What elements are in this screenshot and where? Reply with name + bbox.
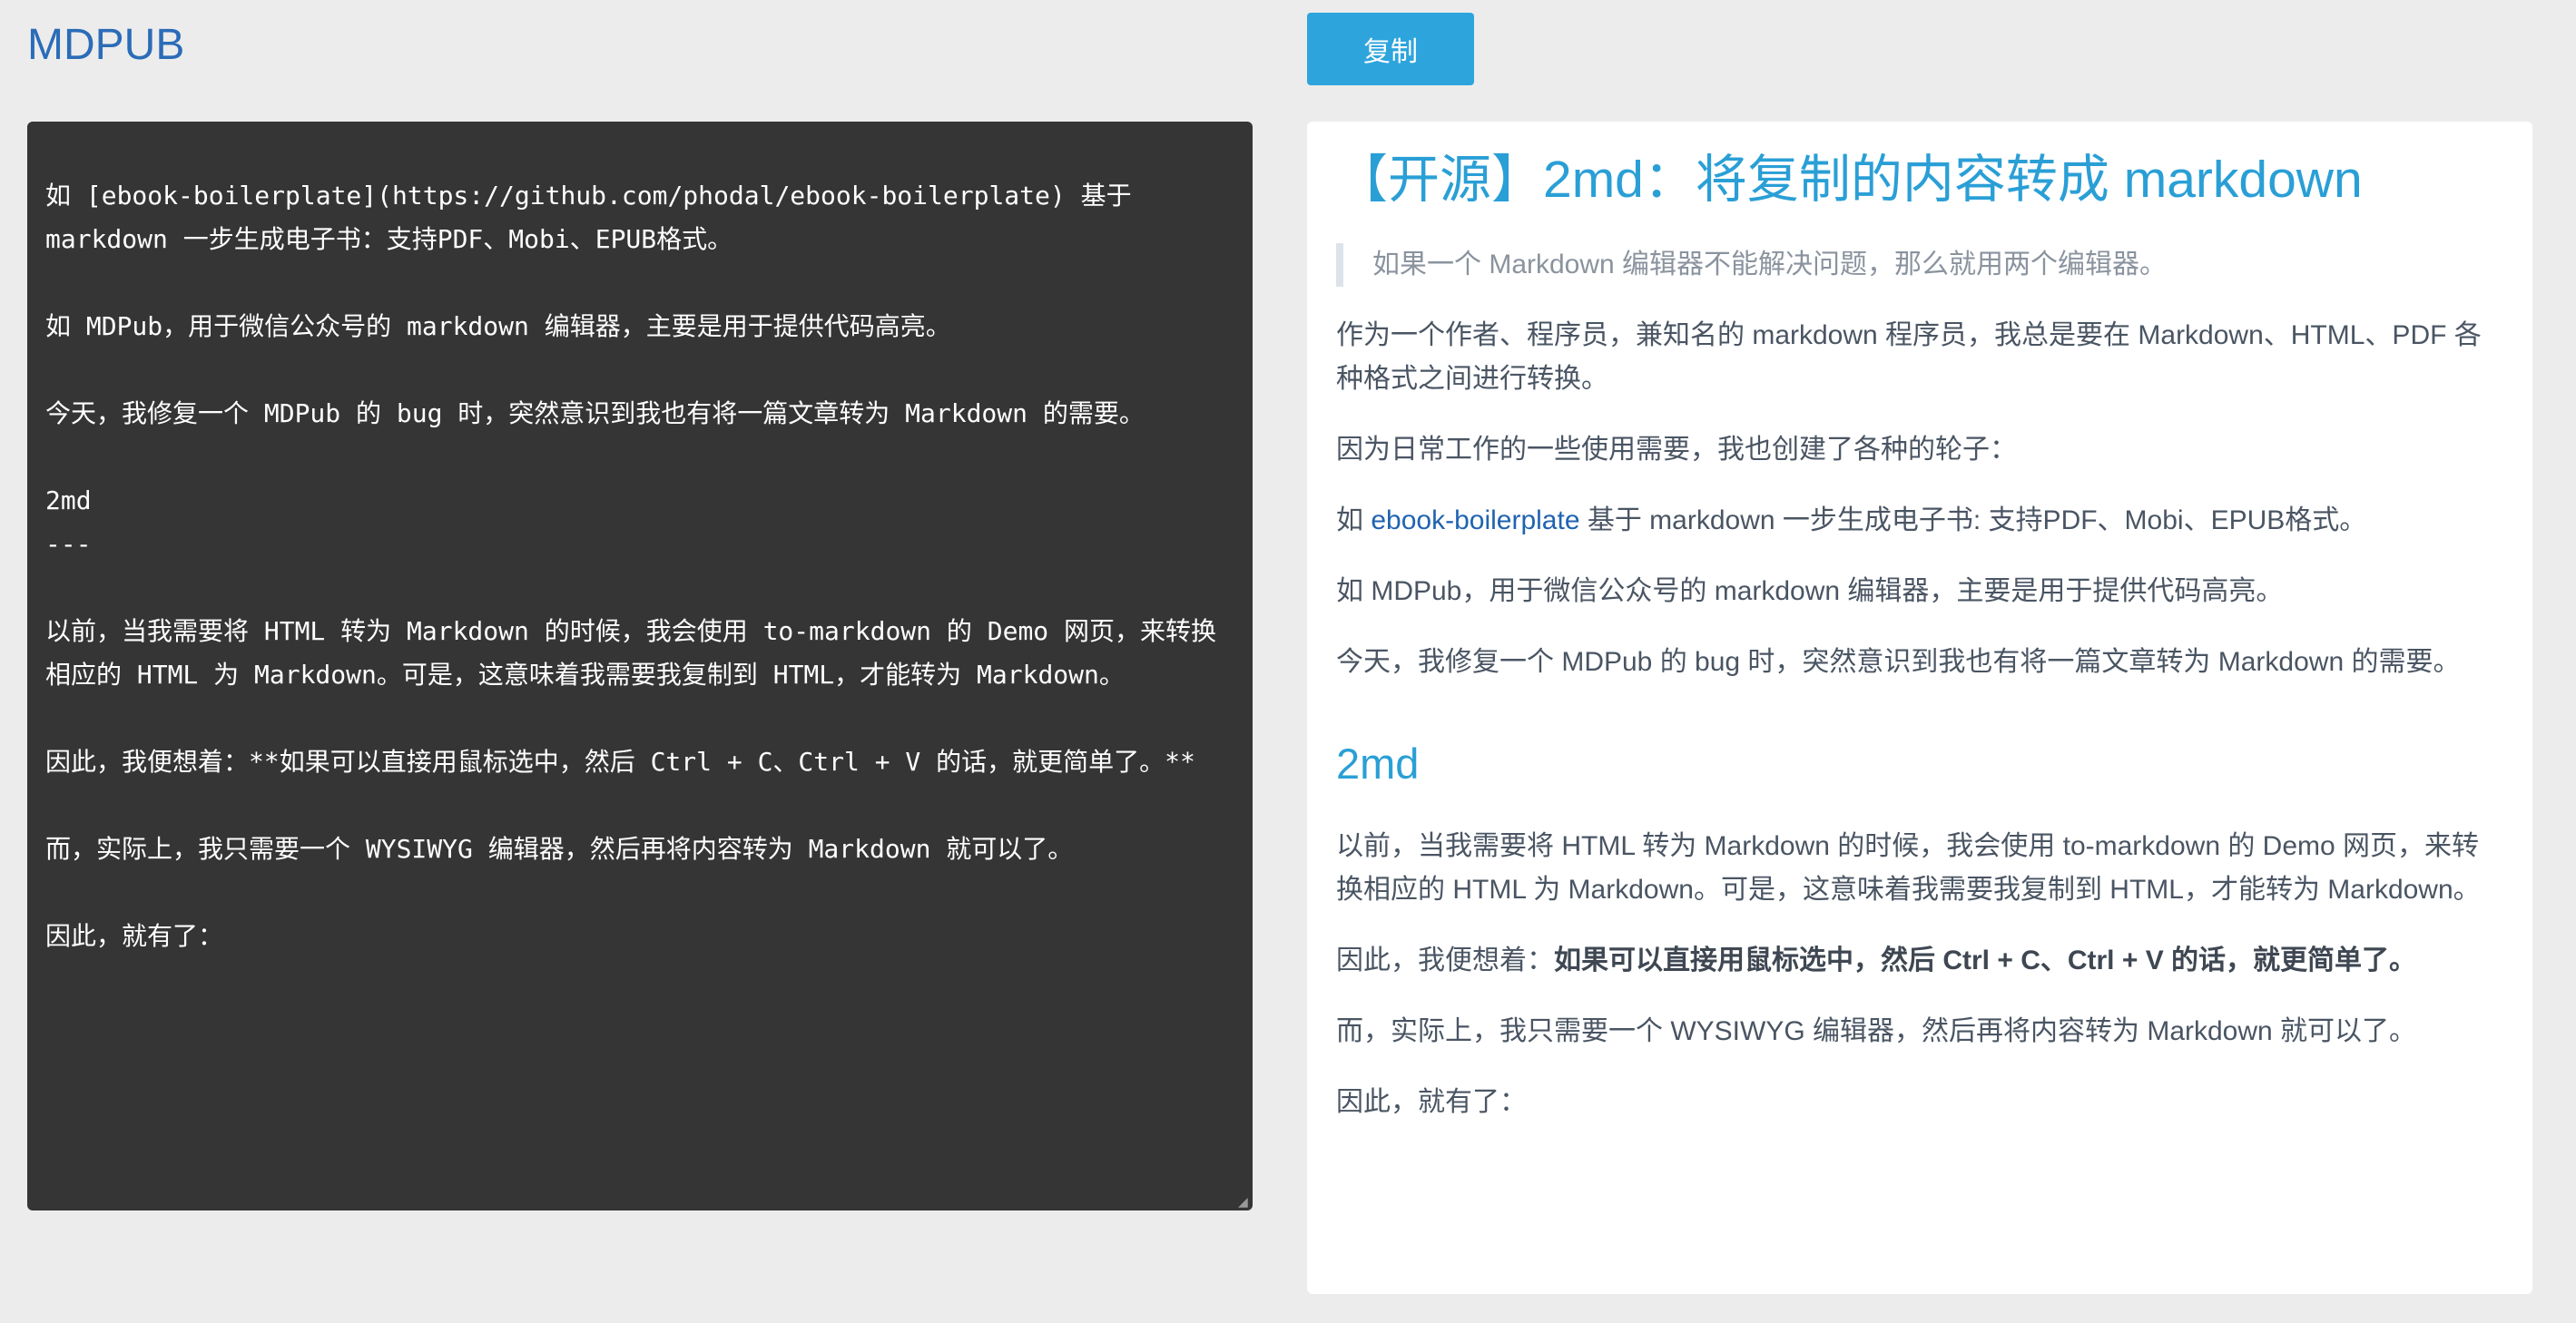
preview-bold-text: 如果可以直接用鼠标选中，然后 Ctrl + C、Ctrl + V 的话，就更简单… <box>1554 945 2417 975</box>
preview-paragraph: 以前，当我需要将 HTML 转为 Markdown 的时候，我会使用 to-ma… <box>1336 830 2481 905</box>
preview-paragraph: 今天，我修复一个 MDPub 的 bug 时，突然意识到我也有将一篇文章转为 M… <box>1336 647 2461 678</box>
markdown-editor-panel: 因为日常工作的一些使用需要，我也创建了各种的轮子： 如 [ebook-boile… <box>27 122 1253 1210</box>
preview-heading-2: 2md <box>1336 740 1420 789</box>
copy-button[interactable]: 复制 <box>1307 13 1474 85</box>
markdown-editor-textarea[interactable]: 因为日常工作的一些使用需要，我也创建了各种的轮子： 如 [ebook-boile… <box>27 122 1253 1210</box>
preview-paragraph: 如 MDPub，用于微信公众号的 markdown 编辑器，主要是用于提供代码高… <box>1336 576 2284 607</box>
preview-paragraph: 因此，就有了： <box>1336 1086 1527 1117</box>
ebook-boilerplate-link[interactable]: ebook-boilerplate <box>1371 505 1579 535</box>
preview-paragraph: 因此，我便想着：如果可以直接用鼠标选中，然后 Ctrl + C、Ctrl + V… <box>1336 939 2502 983</box>
preview-text: 如 <box>1336 505 1372 536</box>
preview-paragraph: 因为日常工作的一些使用需要，我也创建了各种的轮子： <box>1336 435 2017 466</box>
preview-paragraph: 作为一个作者、程序员，兼知名的 markdown 程序员，我总是要在 Markd… <box>1336 320 2482 395</box>
preview-text: 因此，我便想着： <box>1336 945 1554 975</box>
preview-text: 基于 markdown 一步生成电子书: 支持PDF、Mobi、EPUB格式。 <box>1579 505 2367 536</box>
app-title: MDPUB <box>27 21 185 69</box>
preview-blockquote: 如果一个 Markdown 编辑器不能解决问题，那么就用两个编辑器。 <box>1336 243 2502 288</box>
resize-handle-icon[interactable]: ◢ <box>1238 1196 1251 1209</box>
preview-panel: 【开源】2md：将复制的内容转成 markdown 如果一个 Markdown … <box>1307 122 2532 1294</box>
preview-paragraph: 而，实际上，我只需要一个 WYSIWYG 编辑器，然后再将内容转为 Markdo… <box>1336 1015 2417 1046</box>
preview-paragraph: 如 ebook-boilerplate 基于 markdown 一步生成电子书:… <box>1336 499 2502 543</box>
preview-heading-1: 【开源】2md：将复制的内容转成 markdown <box>1336 151 2363 209</box>
